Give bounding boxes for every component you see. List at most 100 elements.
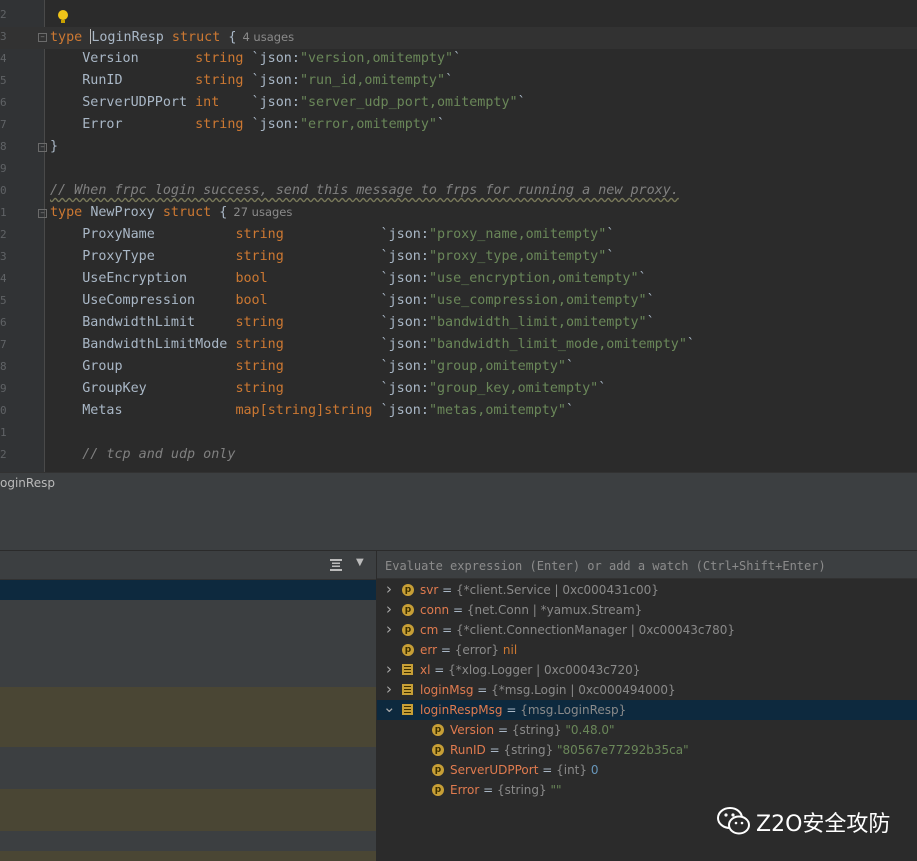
code-token: Group: [50, 359, 236, 374]
variable-text: err = {error} nil: [420, 640, 517, 660]
line-number: 7: [0, 118, 6, 131]
code-token: string: [235, 337, 284, 352]
equals-sign: =: [437, 643, 455, 657]
code-line[interactable]: 3 ProxyType string `json:"proxy_type,omi…: [0, 247, 917, 269]
lightbulb-icon[interactable]: [57, 9, 69, 25]
equals-sign: =: [479, 783, 497, 797]
code-token: `json:: [243, 73, 300, 88]
code-line[interactable]: 3 type LoginResp struct {4 usages −: [0, 27, 917, 49]
variable-type: {string}: [511, 723, 562, 737]
variable-row[interactable]: › p svr = {*client.Service | 0xc000431c00}: [377, 580, 917, 600]
code-line[interactable]: 2 ProxyName string `json:"proxy_name,omi…: [0, 225, 917, 247]
code-token: type: [50, 30, 91, 45]
chevron-down-icon[interactable]: ▼: [356, 557, 364, 568]
code-line[interactable]: 8} −: [0, 137, 917, 159]
variable-name: Version: [450, 723, 495, 737]
code-line[interactable]: 7 BandwidthLimitMode string `json:"bandw…: [0, 335, 917, 357]
chevron-right-icon[interactable]: ›: [383, 620, 395, 639]
evaluate-expression-input[interactable]: [383, 556, 907, 576]
variable-value: "80567e77292b35ca": [553, 743, 689, 757]
code-line[interactable]: 8 Group string `json:"group,omitempty"`: [0, 357, 917, 379]
code-line[interactable]: 0 Metas map[string]string `json:"metas,o…: [0, 401, 917, 423]
line-number: 8: [0, 140, 6, 153]
code-line[interactable]: 5 RunID string `json:"run_id,omitempty"`: [0, 71, 917, 93]
code-line[interactable]: 4 Version string `json:"version,omitempt…: [0, 49, 917, 71]
code-token: "metas,omitempty": [428, 403, 566, 418]
variable-row[interactable]: p Error = {string} "": [377, 780, 917, 800]
code-token: string: [195, 117, 244, 132]
code-line[interactable]: 6 ServerUDPPort int `json:"server_udp_po…: [0, 93, 917, 115]
chevron-right-icon[interactable]: ›: [383, 660, 395, 679]
fold-icon[interactable]: −: [38, 209, 47, 218]
frame-row[interactable]: [0, 851, 376, 861]
code-token: `json:: [283, 359, 429, 374]
equals-sign: =: [438, 623, 456, 637]
code-token: `json:: [243, 117, 300, 132]
code-editor[interactable]: 2 3 type LoginResp struct {4 usages −4 Vers…: [0, 0, 917, 472]
variable-row[interactable]: › p conn = {net.Conn | *yamux.Stream}: [377, 600, 917, 620]
code-line[interactable]: 9: [0, 159, 917, 181]
code-token: BandwidthLimitMode: [50, 337, 236, 352]
equals-sign: =: [449, 603, 467, 617]
variable-row[interactable]: ⌄ loginRespMsg = {msg.LoginResp}: [377, 700, 917, 720]
variable-type: {error}: [454, 643, 500, 657]
code-line[interactable]: 7 Error string `json:"error,omitempty"`: [0, 115, 917, 137]
code-token: string: [267, 403, 317, 418]
chevron-right-icon[interactable]: ›: [383, 580, 395, 599]
code-token: `: [638, 271, 647, 286]
code-token: bool: [235, 271, 268, 286]
fold-icon[interactable]: −: [38, 143, 47, 152]
equals-sign: =: [538, 763, 557, 777]
line-number: 0: [0, 184, 6, 197]
variable-text: ServerUDPPort = {int} 0: [450, 760, 598, 780]
field-icon: [402, 664, 413, 675]
code-token: string: [235, 227, 284, 242]
variable-row[interactable]: p RunID = {string} "80567e77292b35ca": [377, 740, 917, 760]
code-token: "proxy_type,omitempty": [428, 249, 607, 264]
code-token: UseEncryption: [50, 271, 236, 286]
variable-name: RunID: [450, 743, 486, 757]
chevron-right-icon[interactable]: ›: [383, 600, 395, 619]
code-line[interactable]: 6 BandwidthLimit string `json:"bandwidth…: [0, 313, 917, 335]
chevron-right-icon[interactable]: ›: [383, 680, 395, 699]
breadcrumb-item[interactable]: oginResp: [0, 476, 55, 490]
code-token: `: [445, 73, 454, 88]
code-token: {: [211, 205, 228, 220]
code-token: string: [235, 249, 284, 264]
code-line[interactable]: 9 GroupKey string `json:"group_key,omite…: [0, 379, 917, 401]
code-token: `json:: [267, 293, 429, 308]
chevron-down-icon[interactable]: ⌄: [383, 700, 396, 715]
variable-row[interactable]: p ServerUDPPort = {int} 0: [377, 760, 917, 780]
line-number: 5: [0, 294, 6, 307]
code-line[interactable]: 2 // tcp and udp only: [0, 445, 917, 467]
variable-text: loginMsg = {*msg.Login | 0xc000494000}: [420, 680, 676, 700]
code-line[interactable]: 0 // When frpc login success, send this m…: [0, 181, 917, 203]
code-line[interactable]: 2: [0, 5, 917, 27]
usages-hint[interactable]: 27 usages: [233, 205, 292, 219]
variable-row[interactable]: p Version = {string} "0.48.0": [377, 720, 917, 740]
code-line[interactable]: 1: [0, 423, 917, 445]
variable-name: err: [420, 643, 438, 657]
variable-value: "": [546, 783, 562, 797]
layout-icon[interactable]: [330, 559, 342, 571]
variable-name: conn: [420, 603, 450, 617]
variable-name: cm: [420, 623, 439, 637]
variable-row[interactable]: › xl = {*xlog.Logger | 0xc00043c720}: [377, 660, 917, 680]
code-token: GroupKey: [50, 381, 236, 396]
fold-icon[interactable]: −: [38, 33, 47, 42]
code-line[interactable]: 5 UseCompression bool `json:"use_compres…: [0, 291, 917, 313]
variable-type: {int}: [556, 763, 588, 777]
code-token: struct: [154, 205, 212, 220]
frame-row-selected[interactable]: [0, 580, 376, 600]
variable-row[interactable]: › p cm = {*client.ConnectionManager | 0xc0…: [377, 620, 917, 640]
frame-row[interactable]: [0, 687, 376, 747]
code-line[interactable]: 4 UseEncryption bool `json:"use_encrypti…: [0, 269, 917, 291]
usages-hint[interactable]: 4 usages: [242, 30, 294, 44]
variable-text: Error = {string} "": [450, 780, 562, 800]
variable-row[interactable]: › loginMsg = {*msg.Login | 0xc000494000}: [377, 680, 917, 700]
frame-row[interactable]: [0, 789, 376, 831]
variable-row[interactable]: p err = {error} nil: [377, 640, 917, 660]
code-line[interactable]: 1 type NewProxy struct {27 usages −: [0, 203, 917, 225]
code-token: `: [453, 51, 462, 66]
line-number: 1: [0, 426, 6, 439]
